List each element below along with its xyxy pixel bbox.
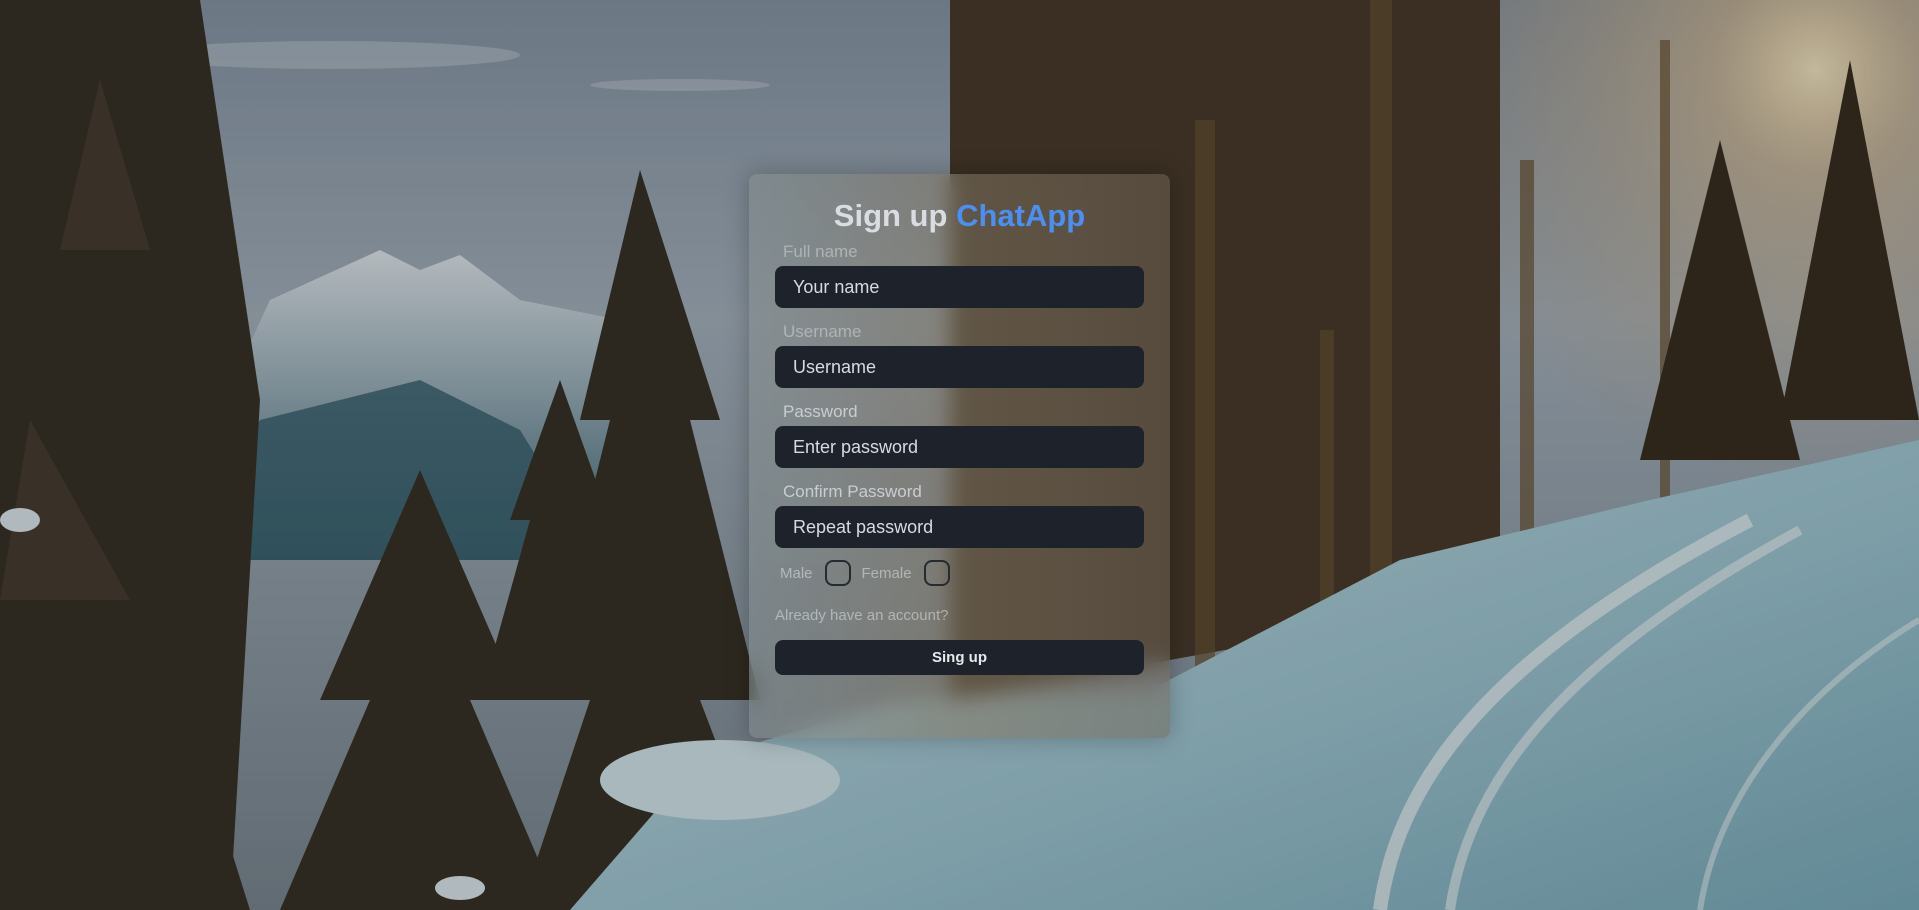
gender-male-checkbox[interactable] <box>824 560 851 586</box>
gender-male-option[interactable]: Male <box>780 560 851 586</box>
confirm-password-input[interactable] <box>775 506 1144 548</box>
gender-male-label: Male <box>780 564 813 582</box>
full-name-input[interactable] <box>775 266 1144 308</box>
username-input[interactable] <box>775 346 1144 388</box>
gender-female-checkbox[interactable] <box>923 560 950 586</box>
confirm-password-label: Confirm Password <box>783 482 922 501</box>
full-name-label: Full name <box>783 242 858 261</box>
signup-card: Sign up ChatApp Full name Username Passw… <box>749 174 1170 738</box>
page-title: Sign up ChatApp <box>775 198 1144 234</box>
password-input[interactable] <box>775 426 1144 468</box>
gender-selector: Male Female <box>775 554 1144 592</box>
gender-female-option[interactable]: Female <box>862 560 950 586</box>
username-label: Username <box>783 322 862 341</box>
title-prefix: Sign up <box>833 198 948 233</box>
login-link[interactable]: Already have an account? <box>775 604 1144 628</box>
signup-button[interactable]: Sing up <box>775 640 1144 675</box>
password-label: Password <box>783 402 858 421</box>
title-brand: ChatApp <box>956 198 1086 233</box>
gender-female-label: Female <box>861 564 912 582</box>
